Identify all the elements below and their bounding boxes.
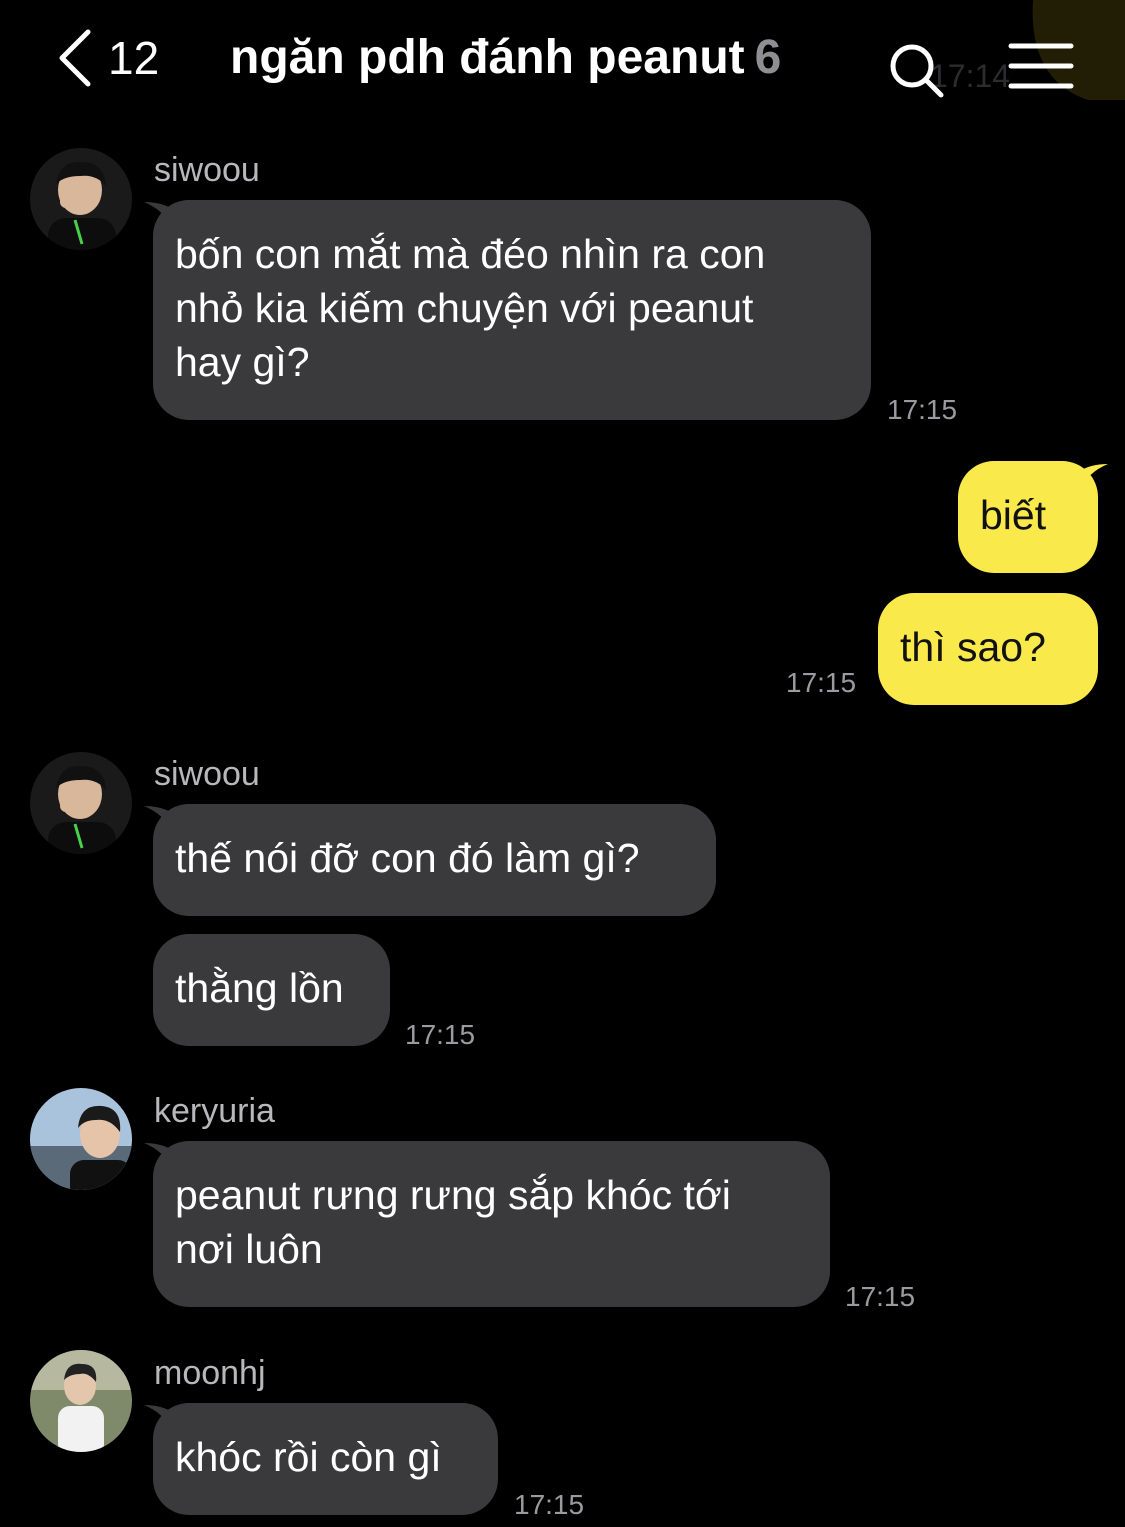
avatar-siwoou[interactable] [30,148,132,250]
unread-count[interactable]: 12 [108,30,159,86]
avatar-keryuria[interactable] [30,1088,132,1190]
message-bubble[interactable]: thằng lồn [153,934,390,1046]
avatar-siwoou[interactable] [30,752,132,854]
message-time: 17:15 [405,1019,476,1050]
chat-title-text: ngăn pdh đánh peanut [230,31,745,84]
search-icon [890,44,944,98]
message-bubble[interactable]: khóc rồi còn gì [153,1403,498,1515]
member-count: 6 [754,31,782,84]
search-button[interactable] [886,40,946,100]
avatar-moonhj[interactable] [30,1350,132,1452]
sender-name: moonhj [154,1354,266,1392]
message-bubble[interactable]: thế nói đỡ con đó làm gì? [153,804,716,916]
chevron-left-icon [59,29,91,87]
hamburger-menu-icon [1008,43,1074,89]
sender-name: siwoou [154,755,260,793]
sender-name: keryuria [154,1092,275,1130]
message-bubble[interactable]: bốn con mắt mà đéo nhìn ra con nhỏ kia k… [153,200,871,420]
chat-header: 12 17:14 ngăn pdh đánh peanut 6 [0,0,1125,120]
message-time: 17:15 [514,1489,585,1520]
chat-title: ngăn pdh đánh peanut 6 [230,28,781,88]
sender-name: siwoou [154,151,260,189]
message-bubble[interactable]: peanut rưng rưng sắp khóc tới nơi luôn [153,1141,830,1307]
message-time: 17:15 [887,394,958,425]
back-button[interactable] [52,28,100,88]
message-time: 17:15 [845,1281,916,1312]
message-time: 17:15 [786,667,857,698]
message-bubble-outgoing[interactable]: biết [958,461,1098,573]
message-bubble-outgoing[interactable]: thì sao? [878,593,1098,705]
menu-button[interactable] [1008,42,1074,92]
